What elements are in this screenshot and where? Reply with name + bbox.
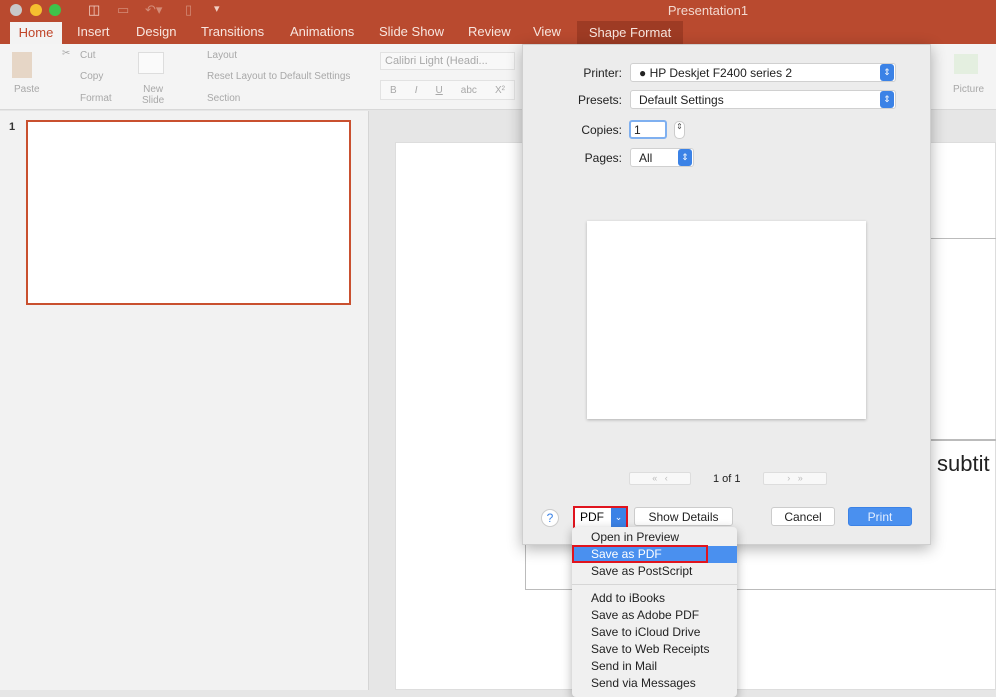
select-arrows-icon: ⇕ xyxy=(678,149,692,166)
presets-select[interactable]: Default Settings ⇕ xyxy=(630,90,896,109)
select-arrows-icon: ⇕ xyxy=(880,64,894,81)
cut-button[interactable]: Cut xyxy=(80,50,96,61)
menu-item-save-as-adobe-pdf[interactable]: Save as Adobe PDF xyxy=(572,607,737,624)
format-painter-button[interactable]: Format xyxy=(80,93,112,104)
tab-insert[interactable]: Insert xyxy=(77,24,110,39)
section-button[interactable]: Section xyxy=(207,93,240,104)
paste-icon[interactable] xyxy=(12,52,32,78)
menu-item-save-as-postscript[interactable]: Save as PostScript xyxy=(572,563,737,580)
menu-item-add-to-ibooks[interactable]: Add to iBooks xyxy=(572,590,737,607)
pdf-label: PDF xyxy=(580,510,604,524)
show-details-button[interactable]: Show Details xyxy=(634,507,733,526)
cancel-button[interactable]: Cancel xyxy=(771,507,835,526)
pages-select[interactable]: All ⇕ xyxy=(630,148,694,167)
page-indicator: 1 of 1 xyxy=(713,473,741,485)
copies-input[interactable]: 1 xyxy=(629,120,667,139)
reset-layout-button[interactable]: Reset Layout to Default Settings xyxy=(207,71,350,82)
window-title: Presentation1 xyxy=(667,3,749,18)
italic-button[interactable]: I xyxy=(415,85,418,96)
print-preview-page xyxy=(587,221,866,419)
menu-item-save-to-web-receipts[interactable]: Save to Web Receipts xyxy=(572,641,737,658)
tab-design[interactable]: Design xyxy=(136,24,176,39)
menu-item-open-in-preview[interactable]: Open in Preview xyxy=(572,529,737,546)
bold-button[interactable]: B xyxy=(390,85,397,96)
font-name-select[interactable]: Calibri Light (Headi... xyxy=(380,52,515,70)
layout-button[interactable]: Layout xyxy=(207,50,237,61)
menu-item-save-to-icloud-drive[interactable]: Save to iCloud Drive xyxy=(572,624,737,641)
paste-button[interactable]: Paste xyxy=(14,84,40,95)
tab-slide-show[interactable]: Slide Show xyxy=(379,24,444,39)
title-bar: ◫ ▭ ↶▾ ▯ ▾ Presentation1 Home Insert Des… xyxy=(0,0,996,44)
underline-button[interactable]: U xyxy=(436,85,443,96)
pdf-menu-button[interactable]: PDF ⌄ xyxy=(573,506,628,529)
menu-item-send-via-messages[interactable]: Send via Messages xyxy=(572,675,737,692)
pdf-dropdown-menu: Open in Preview Save as PDF Save as Post… xyxy=(572,527,737,697)
print-button[interactable]: Print xyxy=(848,507,912,526)
pages-label: Pages: xyxy=(584,151,622,165)
copies-stepper[interactable]: ⇕ xyxy=(674,121,685,139)
print-dialog: Printer: ● HP Deskjet F2400 series 2 ⇕ P… xyxy=(522,44,931,545)
copy-button[interactable]: Copy xyxy=(80,71,103,82)
menu-item-send-in-mail[interactable]: Send in Mail xyxy=(572,658,737,675)
chevron-down-icon: ⌄ xyxy=(611,508,626,527)
slide-thumbnail[interactable] xyxy=(26,120,351,305)
presets-value: Default Settings xyxy=(639,93,724,107)
menu-divider xyxy=(572,584,737,585)
tab-shape-format[interactable]: Shape Format xyxy=(577,21,683,44)
tab-review[interactable]: Review xyxy=(468,24,511,39)
subtitle-text: subtit xyxy=(937,451,990,476)
tab-view[interactable]: View xyxy=(533,24,561,39)
next-last-page-buttons[interactable]: › » xyxy=(763,472,827,485)
cut-icon: ✂ xyxy=(62,48,71,59)
slide-number: 1 xyxy=(9,121,16,133)
printer-value: HP Deskjet F2400 series 2 xyxy=(649,66,793,80)
printer-status-icon: ● xyxy=(639,66,647,80)
help-button[interactable]: ? xyxy=(541,509,559,527)
tab-home[interactable]: Home xyxy=(10,22,62,44)
highlight-box xyxy=(572,545,708,563)
new-slide-icon[interactable] xyxy=(138,52,164,74)
presets-label: Presets: xyxy=(577,93,622,107)
printer-label: Printer: xyxy=(583,66,622,80)
tab-animations[interactable]: Animations xyxy=(290,24,354,39)
select-arrows-icon: ⇕ xyxy=(880,91,894,108)
printer-select[interactable]: ● HP Deskjet F2400 series 2 ⇕ xyxy=(630,63,896,82)
first-prev-page-buttons[interactable]: « ‹ xyxy=(629,472,691,485)
strikethrough-button[interactable]: abc xyxy=(461,85,477,96)
copies-label: Copies: xyxy=(581,123,622,137)
pages-value: All xyxy=(639,151,653,165)
picture-icon[interactable] xyxy=(954,54,978,74)
new-slide-button[interactable]: New Slide xyxy=(142,84,164,106)
superscript-button[interactable]: X² xyxy=(495,85,505,96)
tab-transitions[interactable]: Transitions xyxy=(201,24,264,39)
picture-button[interactable]: Picture xyxy=(953,84,984,95)
